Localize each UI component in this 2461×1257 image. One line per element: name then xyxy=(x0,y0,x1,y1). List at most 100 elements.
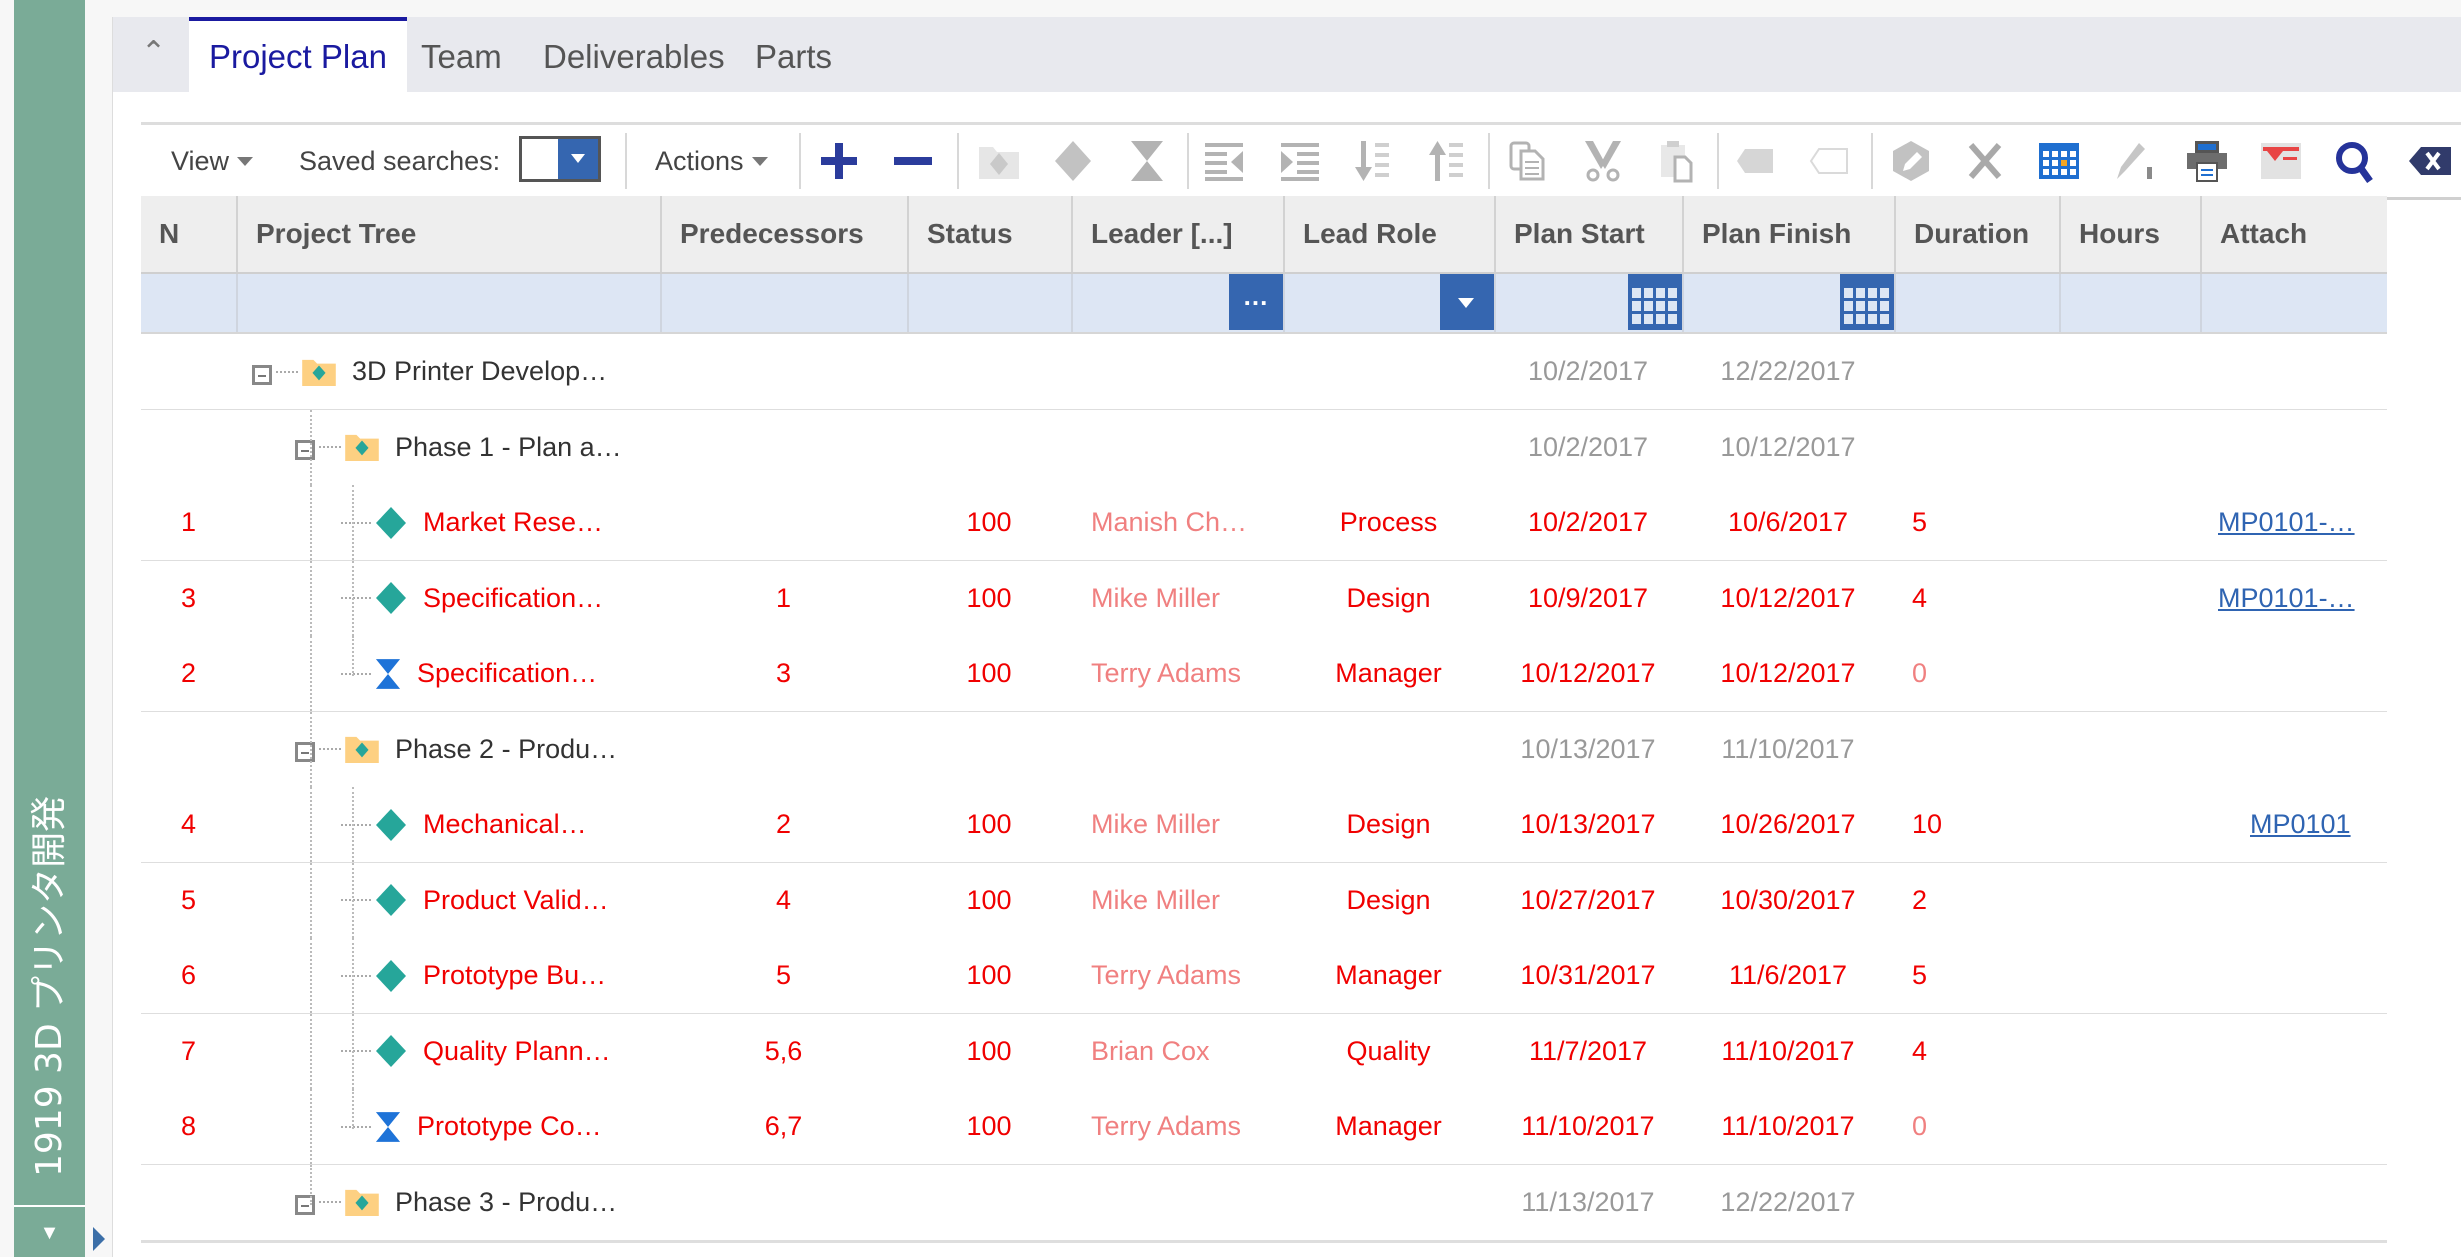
expand-panel-toggle[interactable] xyxy=(93,1227,105,1251)
tree-node[interactable]: 3D Printer Develop… xyxy=(252,334,607,409)
tab-parts[interactable]: Parts xyxy=(755,17,832,92)
add-folder-milestone-icon[interactable] xyxy=(977,139,1021,183)
actions-menu-button[interactable]: Actions xyxy=(655,125,768,197)
tab-team[interactable]: Team xyxy=(421,17,502,92)
task-name[interactable]: Market Rese… xyxy=(423,507,603,538)
filter-attach[interactable] xyxy=(2200,274,2387,332)
print-icon[interactable] xyxy=(2185,139,2229,183)
plan-finish-calendar-icon[interactable] xyxy=(1840,274,1894,330)
task-name[interactable]: Product Valid… xyxy=(423,885,609,916)
table-row[interactable]: 3 Specification… 1 100 Mike Miller Design 10/9… xyxy=(141,560,2387,639)
clear-filter-icon[interactable] xyxy=(2259,139,2303,183)
calendar-grid-icon[interactable] xyxy=(2037,139,2081,183)
filter-project-tree[interactable] xyxy=(236,274,660,332)
cell-attach[interactable]: MP0101-… xyxy=(2200,561,2387,636)
collapse-toggle-icon[interactable] xyxy=(295,1195,315,1215)
filter-lead-role[interactable] xyxy=(1283,274,1494,332)
tab-deliverables[interactable]: Deliverables xyxy=(543,17,725,92)
filter-hours[interactable] xyxy=(2059,274,2200,332)
task-name[interactable]: 3D Printer Develop… xyxy=(352,356,607,387)
collapse-toggle-icon[interactable] xyxy=(295,440,315,460)
column-header-predecessors[interactable]: Predecessors xyxy=(660,196,907,272)
column-header-leader[interactable]: Leader [...] xyxy=(1071,196,1283,272)
column-header-hours[interactable]: Hours xyxy=(2059,196,2200,272)
paste-icon[interactable] xyxy=(1655,139,1699,183)
column-header-duration[interactable]: Duration xyxy=(1894,196,2059,272)
table-row[interactable]: 1 Market Rese… 100 Manish Ch… Process 10/2/20… xyxy=(141,485,2387,563)
task-name[interactable]: Mechanical… xyxy=(423,809,587,840)
tab-project-plan[interactable]: Project Plan xyxy=(189,17,407,92)
delete-icon[interactable] xyxy=(1963,139,2007,183)
plan-start-calendar-icon[interactable] xyxy=(1628,274,1682,330)
filter-status[interactable] xyxy=(907,274,1071,332)
task-name[interactable]: Prototype Bu… xyxy=(423,960,606,991)
task-name[interactable]: Specification… xyxy=(423,583,603,614)
move-down-icon[interactable] xyxy=(1351,139,1395,183)
task-name[interactable]: Phase 3 - Produ… xyxy=(395,1187,617,1218)
tree-node[interactable]: Phase 3 - Produ… xyxy=(295,1165,617,1240)
sign-icon[interactable] xyxy=(2111,139,2155,183)
task-name[interactable]: Phase 1 - Plan a… xyxy=(395,432,622,463)
filter-leader[interactable]: ... xyxy=(1071,274,1283,332)
table-row[interactable]: 2 Specification… 3 100 Terry Adams Manager 10/… xyxy=(141,636,2387,714)
table-row[interactable]: 7 Quality Plann… 5,6 100 Brian Cox Quality 11/… xyxy=(141,1013,2387,1092)
add-icon[interactable] xyxy=(817,139,861,183)
move-up-icon[interactable] xyxy=(1425,139,1469,183)
column-header-lead-role[interactable]: Lead Role xyxy=(1283,196,1494,272)
tree-node[interactable]: Specification… xyxy=(341,636,597,711)
filter-n[interactable] xyxy=(141,274,236,332)
attachment-link[interactable]: MP0101 xyxy=(2250,809,2351,839)
view-menu-button[interactable]: View xyxy=(171,125,254,197)
tag-filled-icon[interactable] xyxy=(1733,139,1777,183)
clear-search-icon[interactable] xyxy=(2407,139,2461,183)
column-header-plan-finish[interactable]: Plan Finish xyxy=(1682,196,1894,272)
dropdown-arrow-icon[interactable] xyxy=(558,139,598,179)
task-name[interactable]: Quality Plann… xyxy=(423,1036,611,1067)
copy-icon[interactable] xyxy=(1507,139,1551,183)
tree-node[interactable]: Prototype Bu… xyxy=(341,938,606,1013)
table-row[interactable]: Phase 2 - Produ… 10/13/2017 11/10/2017 xyxy=(141,711,2387,790)
collapse-toggle-icon[interactable] xyxy=(252,364,272,385)
collapse-toggle-icon[interactable] xyxy=(295,742,315,762)
attachment-link[interactable]: MP0101-… xyxy=(2218,583,2355,613)
cell-attach[interactable]: MP0101-… xyxy=(2200,485,2387,560)
filter-plan-start[interactable] xyxy=(1494,274,1682,332)
tag-outline-icon[interactable] xyxy=(1807,139,1851,183)
task-name[interactable]: Specification… xyxy=(417,658,597,689)
lead-role-dropdown-button[interactable] xyxy=(1440,274,1494,330)
cut-icon[interactable] xyxy=(1581,139,1625,183)
table-row[interactable]: Phase 1 - Plan a… 10/2/2017 10/12/2017 xyxy=(141,409,2387,488)
filter-duration[interactable] xyxy=(1894,274,2059,332)
table-row[interactable]: 6 Prototype Bu… 5 100 Terry Adams Manager 10/3… xyxy=(141,938,2387,1016)
table-row[interactable]: 3D Printer Develop… 10/2/2017 12/22/2017 xyxy=(141,334,2387,412)
tree-node[interactable]: Product Valid… xyxy=(341,863,609,938)
tree-node[interactable]: Phase 1 - Plan a… xyxy=(295,410,622,485)
tree-node[interactable]: Phase 2 - Produ… xyxy=(295,712,617,787)
attachment-link[interactable]: MP0101-… xyxy=(2218,507,2355,537)
column-header-plan-start[interactable]: Plan Start xyxy=(1494,196,1682,272)
hourglass-icon[interactable] xyxy=(1125,139,1169,183)
cell-attach[interactable]: MP0101 xyxy=(2200,787,2387,862)
milestone-diamond-icon[interactable] xyxy=(1051,139,1095,183)
edit-icon[interactable] xyxy=(1889,139,1933,183)
filter-plan-finish[interactable] xyxy=(1682,274,1894,332)
saved-searches-select[interactable] xyxy=(519,136,601,182)
column-header-status[interactable]: Status xyxy=(907,196,1071,272)
column-header-project-tree[interactable]: Project Tree xyxy=(236,196,660,272)
table-row[interactable]: Phase 3 - Produ… 11/13/2017 12/22/2017 xyxy=(141,1164,2387,1243)
indent-icon[interactable] xyxy=(1277,139,1321,183)
chevron-up-icon[interactable]: ⌃ xyxy=(141,35,166,70)
search-icon[interactable] xyxy=(2333,139,2377,183)
tree-node[interactable]: Prototype Co… xyxy=(341,1089,602,1164)
tree-node[interactable]: Market Rese… xyxy=(341,485,603,560)
leader-picker-button[interactable]: ... xyxy=(1229,274,1283,330)
column-header-n[interactable]: N xyxy=(141,196,236,272)
sidebar-collapse-button[interactable]: ▼ xyxy=(14,1209,85,1257)
tree-node[interactable]: Mechanical… xyxy=(341,787,587,862)
task-name[interactable]: Prototype Co… xyxy=(417,1111,602,1142)
filter-predecessors[interactable] xyxy=(660,274,907,332)
tree-node[interactable]: Specification… xyxy=(341,561,603,636)
table-row[interactable]: 8 Prototype Co… 6,7 100 Terry Adams Manager 11… xyxy=(141,1089,2387,1167)
remove-icon[interactable] xyxy=(891,139,935,183)
task-name[interactable]: Phase 2 - Produ… xyxy=(395,734,617,765)
